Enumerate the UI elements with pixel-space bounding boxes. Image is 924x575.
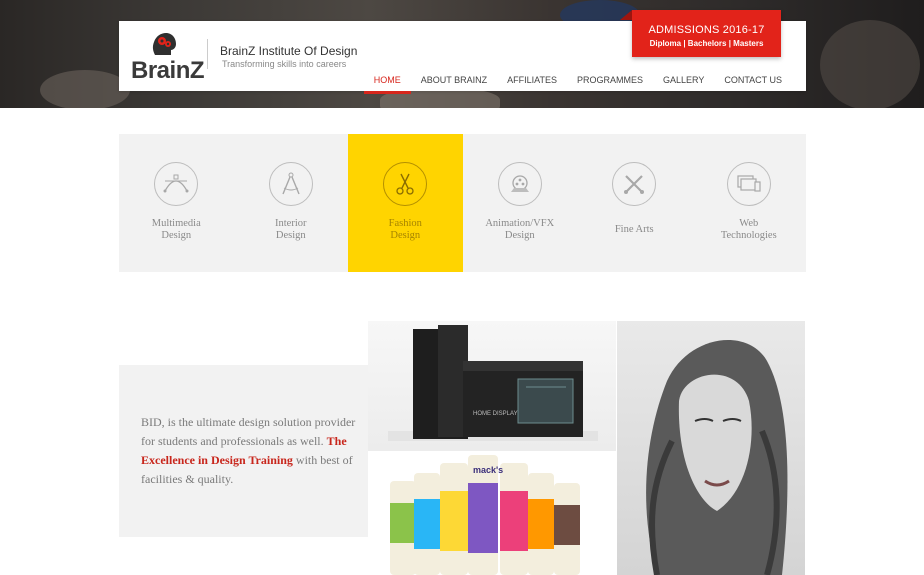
header-divider — [207, 39, 208, 69]
product-cans-image: mack's — [368, 451, 616, 575]
compass-icon — [268, 162, 313, 206]
course-grid: Multimedia Design Interior Design Fashion D… — [119, 134, 806, 272]
vector-pen-icon — [154, 162, 198, 206]
course-interior[interactable]: Interior Design — [234, 134, 349, 272]
course-finearts[interactable]: Fine Arts — [577, 134, 692, 272]
film-reel-icon — [497, 162, 542, 206]
nav-about[interactable]: ABOUT BRAINZ — [411, 67, 497, 93]
admissions-banner[interactable]: ADMISSIONS 2016-17 Diploma | Bachelors |… — [620, 10, 781, 57]
course-label-line2: Technologies — [720, 230, 777, 241]
admissions-title: ADMISSIONS 2016-17 — [648, 24, 765, 36]
devices-icon — [726, 162, 771, 206]
intro-card: BID, is the ultimate design solution pro… — [119, 365, 368, 537]
cans-brand: mack's — [473, 465, 503, 475]
brain-head-icon — [152, 33, 176, 55]
scissors-icon — [383, 162, 427, 206]
course-label-line2: Design — [161, 230, 192, 241]
product-box-image: HOME DISPLAY — [368, 321, 616, 451]
institute-name: BrainZ Institute Of Design — [220, 44, 358, 58]
intro-paragraph: BID, is the ultimate design solution pro… — [141, 413, 361, 489]
ribbon-fold — [620, 10, 632, 20]
course-animation[interactable]: Animation/VFX Design — [463, 134, 578, 272]
course-web[interactable]: Web Technologies — [692, 134, 807, 272]
brainz-logo[interactable]: BrainZ — [129, 31, 205, 84]
course-label-line2: Design — [504, 230, 535, 241]
main-nav: HOME ABOUT BRAINZ AFFILIATES PROGRAMMES … — [363, 67, 792, 94]
course-label-line1: Web — [739, 218, 759, 229]
course-label-line2: Design — [275, 230, 306, 241]
nav-gallery[interactable]: GALLERY — [653, 67, 714, 93]
nav-affiliates[interactable]: AFFILIATES — [497, 67, 567, 93]
portrait-sketch-image — [617, 321, 805, 575]
nav-home[interactable]: HOME — [363, 67, 411, 94]
course-multimedia[interactable]: Multimedia Design — [119, 134, 234, 272]
course-label-line2: Design — [390, 230, 421, 241]
course-label-line1: Fashion — [388, 218, 422, 229]
nav-contact[interactable]: CONTACT US — [714, 67, 792, 93]
logo-wordmark: BrainZ — [131, 57, 205, 84]
course-label-line1: Animation/VFX — [485, 218, 555, 229]
course-label-line1: Multimedia — [151, 218, 201, 229]
course-fashion[interactable]: Fashion Design — [348, 134, 463, 272]
brushes-icon — [612, 162, 656, 206]
course-label-line1: Fine Arts — [614, 224, 654, 235]
nav-programmes[interactable]: PROGRAMMES — [567, 67, 653, 93]
intro-text-before: BID, is the ultimate design solution pro… — [141, 415, 356, 448]
box-label: HOME DISPLAY — [473, 411, 518, 417]
course-label-line1: Interior — [275, 218, 307, 229]
admissions-subtitle: Diploma | Bachelors | Masters — [649, 39, 764, 48]
tagline: Transforming skills into careers — [222, 59, 347, 69]
